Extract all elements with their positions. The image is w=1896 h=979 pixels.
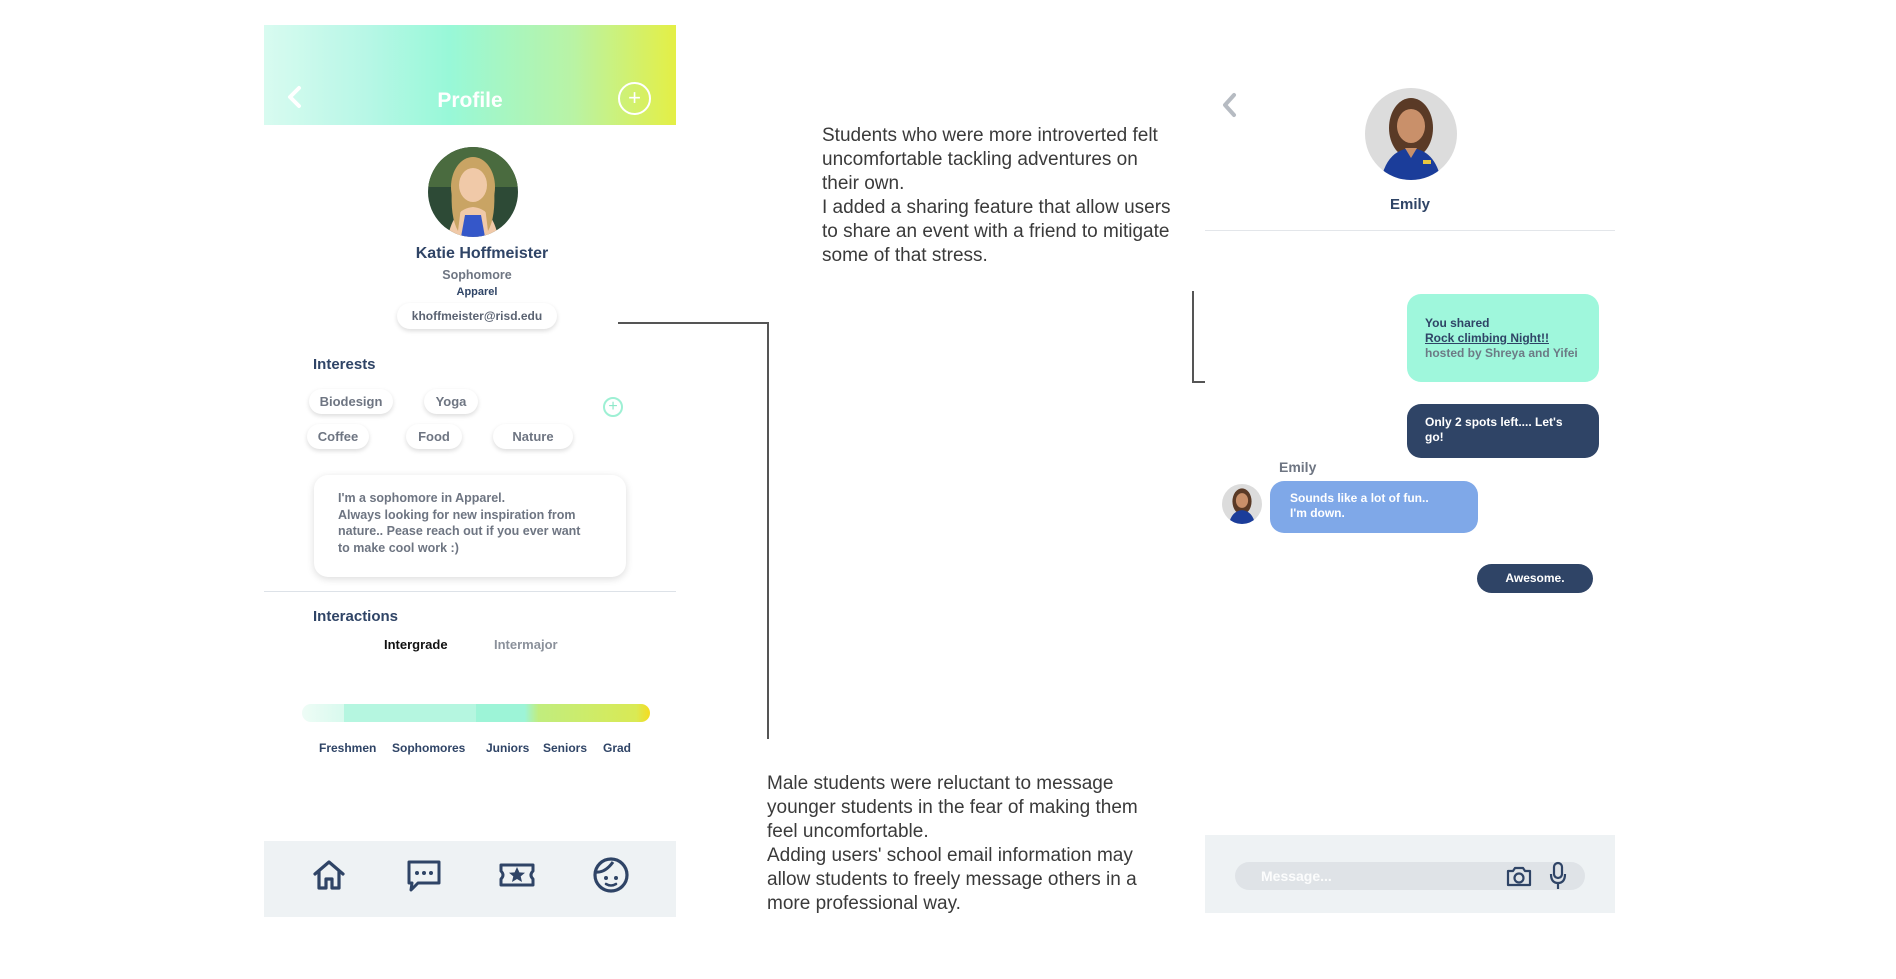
- bar-label-juniors: Juniors: [486, 741, 530, 755]
- note-sharing-feature: Students who were more introverted felt …: [822, 125, 1171, 266]
- page-title: Profile: [437, 89, 503, 112]
- home-icon[interactable]: [309, 855, 349, 895]
- interest-tag[interactable]: Coffee: [307, 424, 369, 449]
- bottom-nav: [264, 841, 676, 917]
- bar-label-freshmen: Freshmen: [319, 741, 377, 755]
- tab-intermajor[interactable]: Intermajor: [494, 637, 558, 652]
- chat-icon[interactable]: [404, 855, 444, 895]
- bio-card: I'm a sophomore in Apparel. Always looki…: [314, 475, 626, 577]
- connector-line: [1192, 291, 1194, 382]
- shared-prefix: You shared: [1425, 316, 1490, 330]
- chat-screen: Emily You shared Rock climbing Night!! h…: [1205, 72, 1615, 920]
- tab-intergrade[interactable]: Intergrade: [384, 637, 448, 652]
- interaction-distribution-bar: [302, 704, 650, 722]
- connector-line: [618, 322, 768, 324]
- avatar: [428, 147, 518, 237]
- sent-message: Awesome.: [1477, 564, 1593, 593]
- divider: [1205, 230, 1615, 231]
- back-chevron-icon[interactable]: [1220, 92, 1240, 118]
- shared-event-link[interactable]: Rock climbing Night!!: [1425, 331, 1581, 346]
- connector-line: [767, 322, 769, 739]
- interest-tag[interactable]: Food: [406, 424, 462, 449]
- camera-icon[interactable]: [1505, 863, 1533, 889]
- interests-title: Interests: [313, 356, 376, 373]
- contact-name: Emily: [1389, 196, 1431, 213]
- profile-face-icon[interactable]: [591, 855, 631, 895]
- profile-header: Profile +: [264, 25, 676, 125]
- bar-label-sophomores: Sophomores: [392, 741, 466, 755]
- sender-avatar: [1222, 484, 1262, 524]
- profile-major: Apparel: [456, 286, 498, 298]
- received-message: Sounds like a lot of fun.. I'm down.: [1270, 481, 1478, 533]
- bar-label-seniors: Seniors: [543, 741, 588, 755]
- sender-label: Emily: [1279, 459, 1317, 475]
- message-composer: [1205, 835, 1615, 913]
- note-school-email: Male students were reluctant to message …: [767, 773, 1138, 914]
- ticket-star-icon[interactable]: [497, 855, 537, 895]
- shared-event-message[interactable]: You shared Rock climbing Night!! hosted …: [1407, 294, 1599, 382]
- microphone-icon[interactable]: [1548, 861, 1568, 891]
- add-interest-icon[interactable]: +: [603, 397, 623, 417]
- interest-tag[interactable]: Yoga: [424, 389, 478, 414]
- interest-tag[interactable]: Nature: [493, 424, 573, 449]
- profile-screen: Profile + Katie Hoffmeister Sophomore Ap…: [264, 25, 676, 917]
- profile-name: Katie Hoffmeister: [415, 245, 549, 262]
- shared-event-host: hosted by Shreya and Yifei: [1425, 346, 1578, 360]
- email-pill[interactable]: khoffmeister@risd.edu: [397, 303, 557, 329]
- add-icon[interactable]: +: [618, 82, 651, 115]
- divider: [264, 591, 676, 592]
- contact-avatar: [1365, 88, 1457, 180]
- profile-year: Sophomore: [442, 268, 512, 282]
- interest-tag[interactable]: Biodesign: [309, 389, 393, 414]
- interactions-title: Interactions: [313, 608, 399, 625]
- bar-label-grad: Grad: [603, 741, 632, 755]
- sent-message: Only 2 spots left.... Let's go!: [1407, 404, 1599, 458]
